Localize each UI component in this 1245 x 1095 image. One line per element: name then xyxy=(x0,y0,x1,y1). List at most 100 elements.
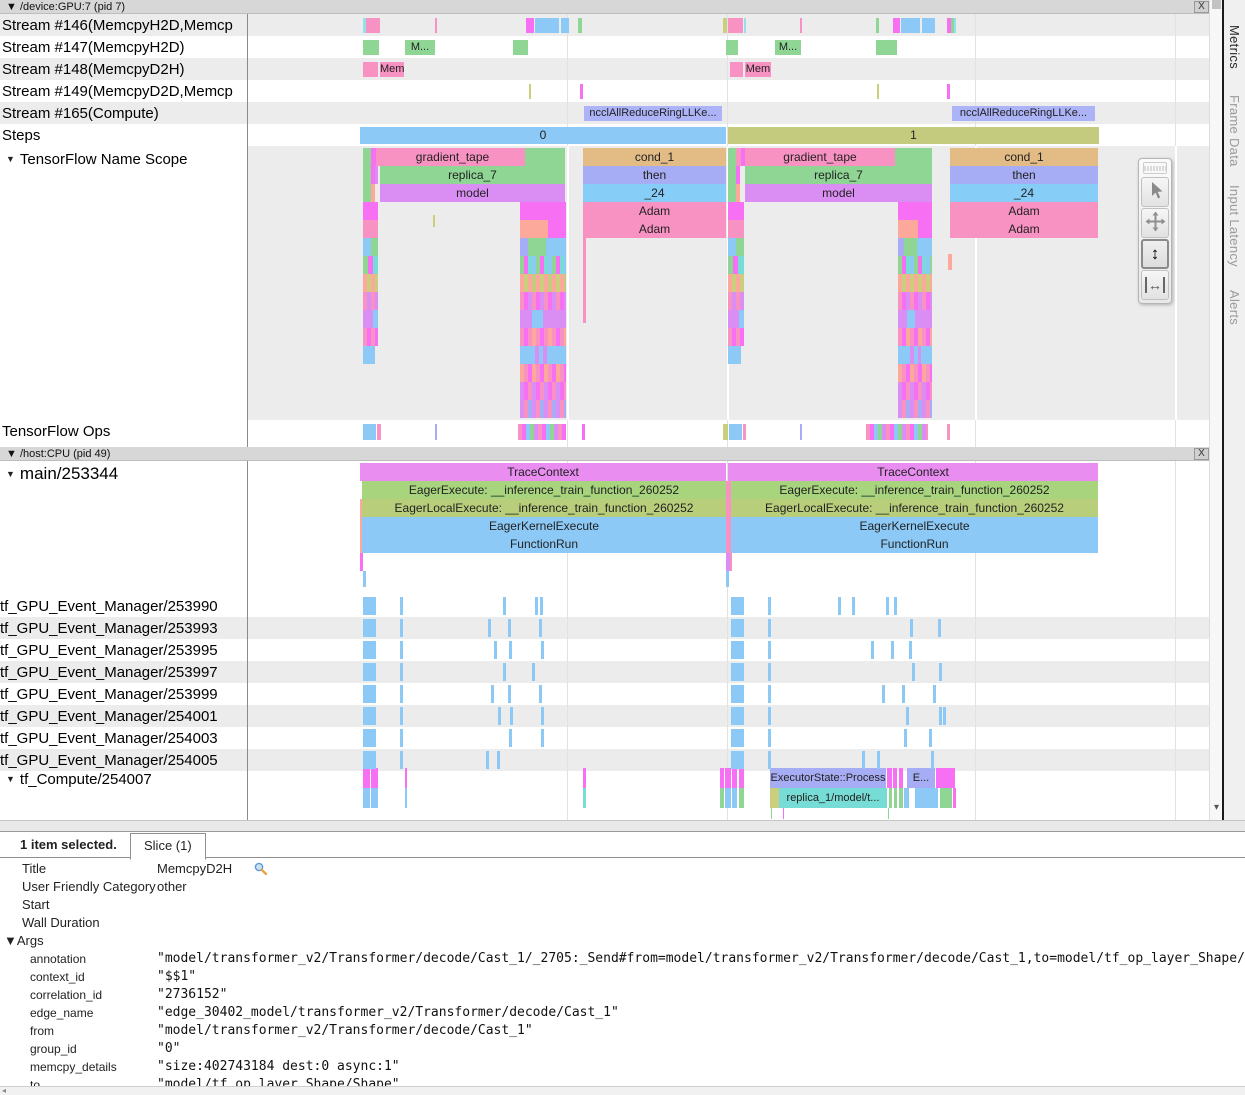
trace-event[interactable] xyxy=(726,571,729,587)
trace-event-adam[interactable]: Adam xyxy=(950,220,1098,238)
trace-event[interactable] xyxy=(768,685,771,703)
trace-event-eagerlocalexecute-inference-train-function-260252[interactable]: EagerLocalExecute: __inference_train_fun… xyxy=(362,499,726,517)
trace-event[interactable] xyxy=(363,597,376,615)
trace-event[interactable] xyxy=(943,707,946,725)
trace-event[interactable] xyxy=(520,382,566,400)
trace-event[interactable] xyxy=(877,84,879,99)
trace-event[interactable] xyxy=(723,18,727,33)
scroll-left-arrow-icon[interactable]: ◂ xyxy=(2,1086,6,1095)
trace-event[interactable] xyxy=(508,685,511,703)
cpu-section-close-button[interactable]: X xyxy=(1194,448,1209,460)
trace-event[interactable] xyxy=(871,641,874,659)
trace-event[interactable] xyxy=(887,768,892,788)
trace-event[interactable] xyxy=(768,641,771,659)
trace-event[interactable] xyxy=(739,310,744,328)
trace-event[interactable] xyxy=(889,788,892,808)
trace-event[interactable] xyxy=(922,18,935,33)
trace-event[interactable] xyxy=(546,238,566,256)
trace-event[interactable] xyxy=(731,641,744,659)
trace-event[interactable] xyxy=(531,346,551,364)
trace-event[interactable] xyxy=(768,619,771,637)
trace-event[interactable] xyxy=(906,346,921,364)
trace-event[interactable] xyxy=(583,238,586,323)
trace-event[interactable] xyxy=(902,685,905,703)
trace-event[interactable] xyxy=(939,707,942,725)
trace-event[interactable] xyxy=(730,553,732,571)
trace-event[interactable] xyxy=(728,328,744,346)
trace-event[interactable] xyxy=(363,310,373,328)
trace-event[interactable] xyxy=(768,707,771,725)
trace-event[interactable] xyxy=(488,619,491,637)
trace-event[interactable] xyxy=(728,274,744,292)
trace-event[interactable] xyxy=(929,729,932,747)
trace-event-executorstate-process[interactable]: ExecutorState::Process xyxy=(770,768,886,788)
trace-event[interactable] xyxy=(400,619,403,637)
side-tab-input-latency[interactable]: Input Latency xyxy=(1227,185,1242,267)
trace-event[interactable] xyxy=(728,18,743,33)
trace-event[interactable] xyxy=(726,481,731,499)
trace-event[interactable] xyxy=(732,788,737,808)
trace-event--24[interactable]: _24 xyxy=(583,184,726,202)
trace-event-then[interactable]: then xyxy=(583,166,726,184)
trace-event[interactable] xyxy=(363,751,376,769)
trace-event[interactable] xyxy=(720,768,724,788)
trace-event[interactable] xyxy=(800,18,802,33)
trace-event[interactable] xyxy=(548,220,566,238)
trace-event[interactable] xyxy=(520,346,531,364)
trace-event[interactable] xyxy=(728,184,736,202)
trace-event[interactable] xyxy=(768,663,771,681)
trace-event[interactable] xyxy=(729,424,742,440)
trace-event[interactable] xyxy=(866,424,928,440)
trace-event[interactable] xyxy=(400,729,403,747)
trace-event[interactable] xyxy=(940,788,952,808)
trace-event[interactable] xyxy=(904,238,917,256)
collapse-arrow-icon[interactable]: ▼ xyxy=(6,774,15,784)
trace-event[interactable] xyxy=(528,238,546,256)
trace-event[interactable] xyxy=(435,18,437,33)
trace-event-model[interactable]: model xyxy=(745,184,932,202)
trace-event[interactable] xyxy=(540,597,543,615)
trace-event[interactable] xyxy=(400,685,403,703)
trace-event[interactable] xyxy=(921,346,932,364)
trace-event[interactable] xyxy=(520,238,528,256)
trace-event[interactable] xyxy=(371,184,375,202)
trace-event[interactable] xyxy=(541,641,544,659)
trace-event[interactable] xyxy=(435,424,437,440)
trace-event[interactable] xyxy=(886,597,889,615)
trace-event[interactable] xyxy=(373,256,378,274)
trace-event[interactable] xyxy=(363,768,370,788)
trace-event[interactable] xyxy=(893,768,897,788)
trace-event-eagerexecute-inference-train-function-260252[interactable]: EagerExecute: __inference_train_function… xyxy=(362,481,726,499)
trace-event[interactable] xyxy=(888,808,889,819)
trace-event[interactable] xyxy=(771,808,772,819)
trace-event[interactable] xyxy=(539,685,542,703)
trace-event[interactable] xyxy=(904,788,909,808)
trace-event[interactable] xyxy=(363,292,378,310)
trace-event[interactable] xyxy=(915,788,938,808)
trace-event[interactable] xyxy=(526,18,534,33)
trace-event[interactable] xyxy=(400,751,403,769)
trace-event[interactable] xyxy=(770,788,779,808)
trace-event[interactable] xyxy=(520,274,566,292)
trace-event[interactable] xyxy=(877,751,880,769)
trace-event[interactable] xyxy=(494,641,497,659)
trace-event[interactable] xyxy=(898,292,932,310)
trace-event[interactable] xyxy=(363,148,371,166)
trace-event[interactable] xyxy=(561,18,569,33)
trace-event[interactable] xyxy=(894,788,897,808)
trace-event[interactable] xyxy=(904,729,907,747)
trace-event[interactable] xyxy=(371,238,378,256)
trace-event[interactable] xyxy=(947,84,950,99)
trace-event[interactable] xyxy=(947,424,950,440)
trace-event[interactable] xyxy=(541,729,544,747)
trace-event[interactable] xyxy=(732,768,737,788)
trace-event[interactable] xyxy=(375,166,378,184)
trace-event[interactable] xyxy=(917,238,932,256)
trace-event[interactable] xyxy=(862,751,865,769)
trace-event[interactable] xyxy=(948,254,952,270)
side-tab-frame-data[interactable]: Frame Data xyxy=(1227,95,1242,167)
trace-event[interactable] xyxy=(936,768,955,788)
trace-event[interactable] xyxy=(513,40,528,55)
trace-event-gradient-tape[interactable]: gradient_tape xyxy=(745,148,895,166)
trace-event[interactable] xyxy=(898,382,932,400)
